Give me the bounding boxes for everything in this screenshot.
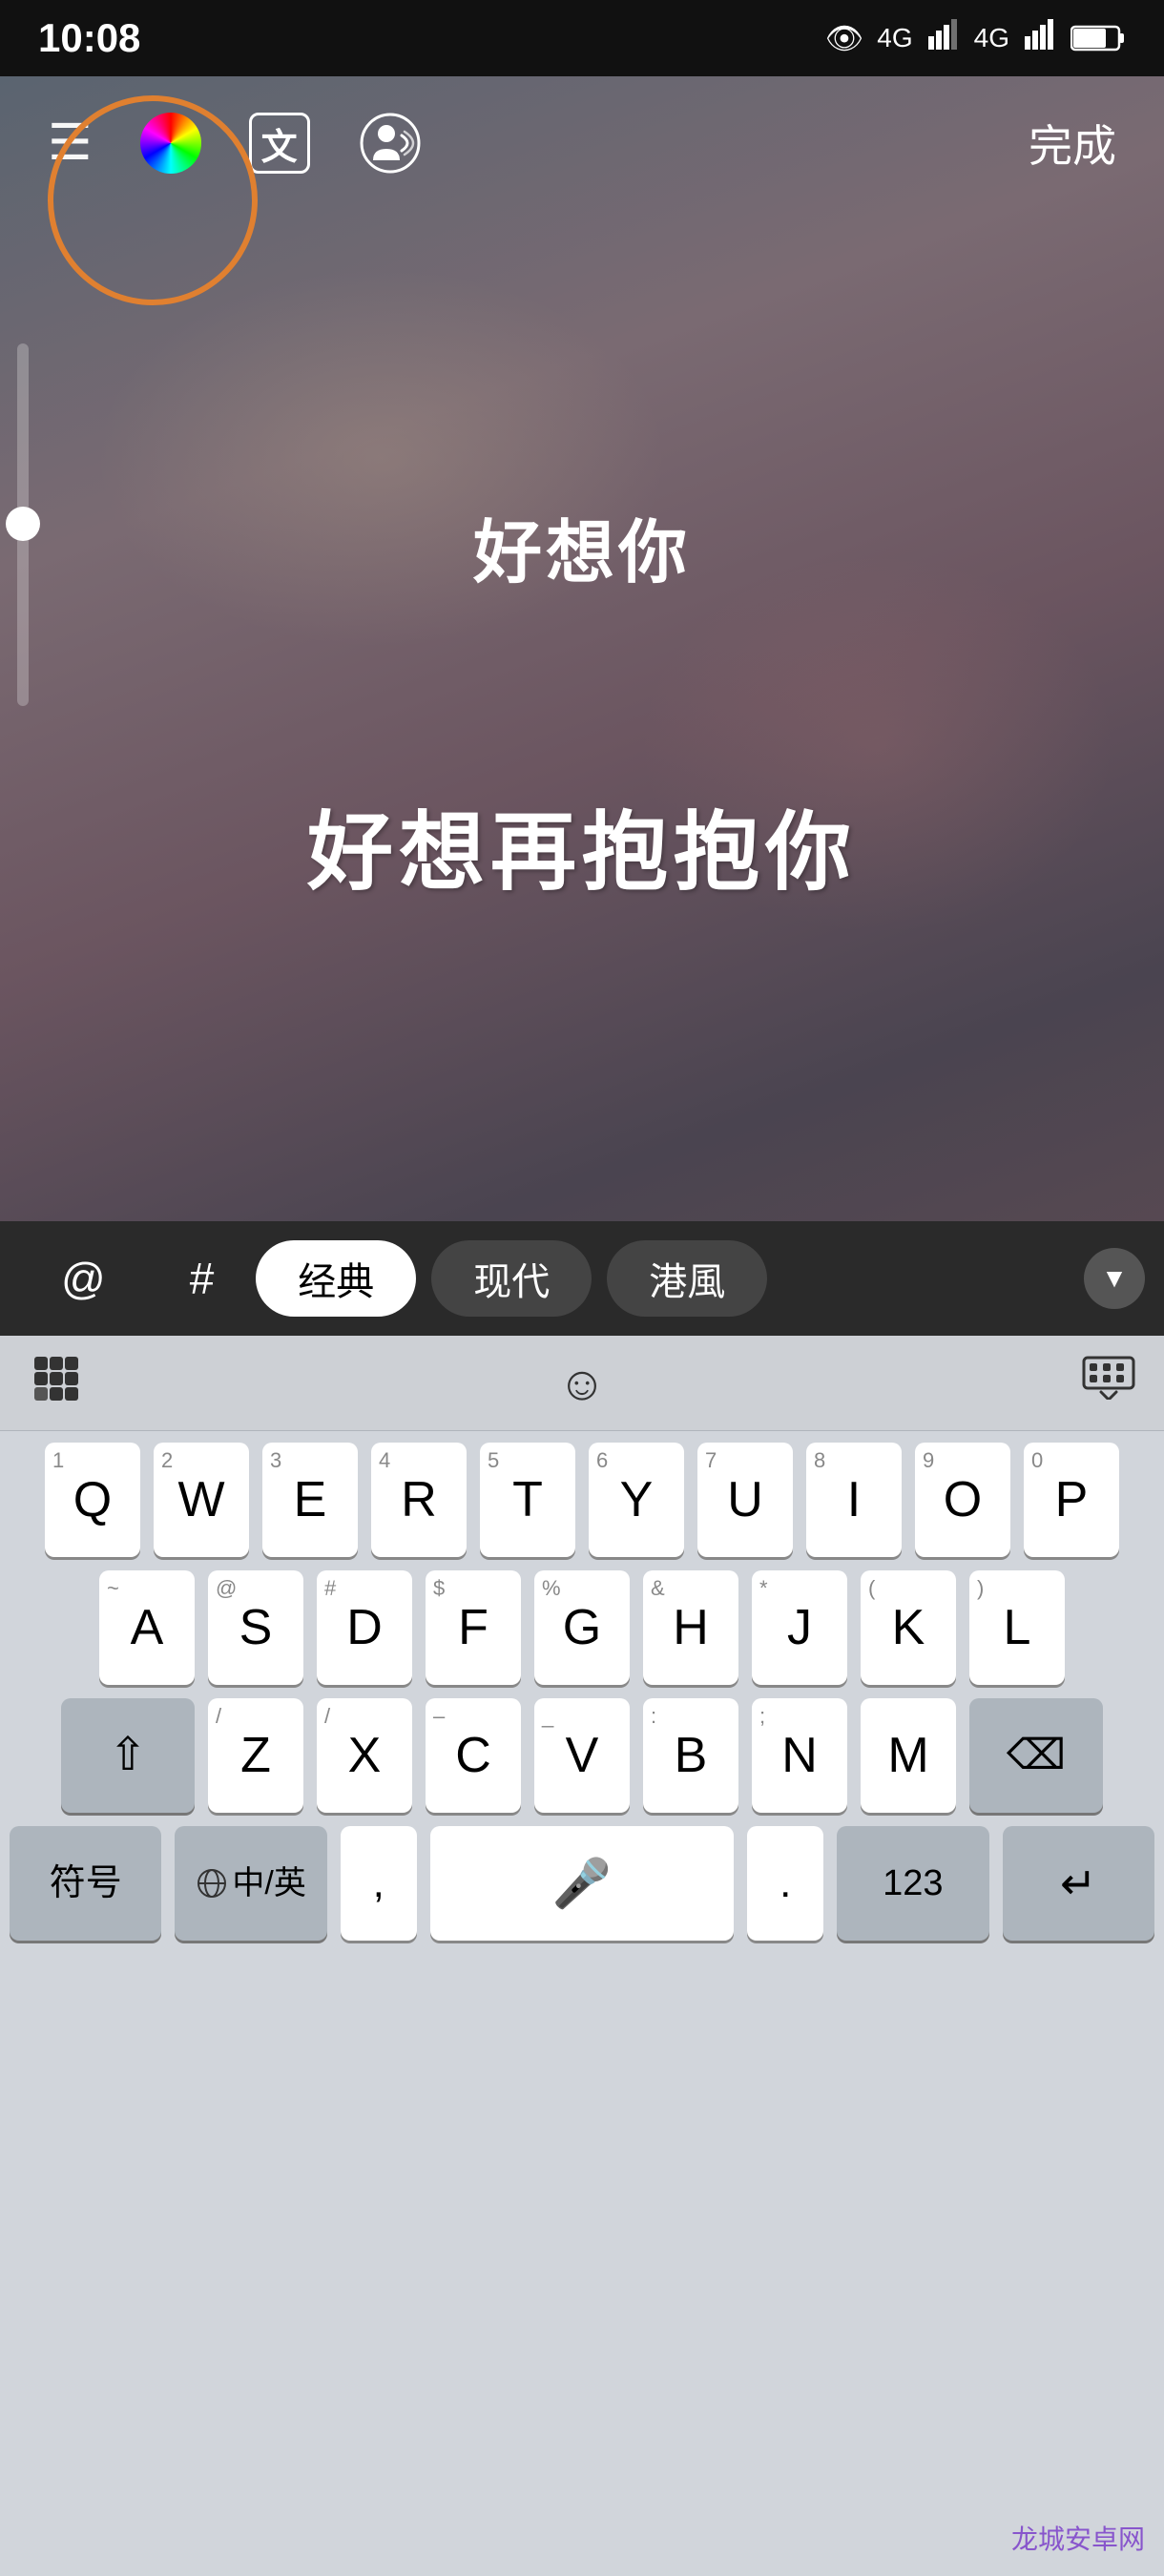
- key-b[interactable]: :B: [643, 1698, 738, 1813]
- key-row-1: 1Q 2W 3E 4R 5T 6Y 7U 8I 9O 0P: [10, 1443, 1154, 1557]
- watermark: 龙城安卓网: [1011, 2519, 1145, 2557]
- key-backspace[interactable]: ⌫: [969, 1698, 1103, 1813]
- battery-icon: [1070, 23, 1126, 53]
- keyboard-topbar: ☺: [0, 1336, 1164, 1431]
- font-tabs-area: @ # 经典 现代 港風 ▼: [0, 1221, 1164, 1336]
- key-g[interactable]: %G: [534, 1570, 630, 1685]
- keyboard-bottom: [0, 1954, 1164, 2011]
- key-w[interactable]: 2W: [154, 1443, 249, 1557]
- key-k[interactable]: (K: [861, 1570, 956, 1685]
- key-row-2: ~A @S #D $F %G &H *J (K )L: [10, 1570, 1154, 1685]
- signal-4g-1: 4G: [877, 23, 912, 53]
- toolbar-left: ☰ 文: [48, 111, 423, 176]
- tab-hongkong[interactable]: 港風: [607, 1240, 767, 1317]
- key-a[interactable]: ~A: [99, 1570, 195, 1685]
- scroll-down-button[interactable]: ▼: [1084, 1248, 1145, 1309]
- key-row-3: ⇧ /Z /X –C _V :B ;N M ⌫: [10, 1698, 1154, 1813]
- editor-area: ☰ 文 完成: [0, 76, 1164, 1298]
- key-row-4: 符号 中/英 , 🎤 . 123 ↵: [10, 1826, 1154, 1941]
- key-return[interactable]: ↵: [1003, 1826, 1154, 1941]
- key-l[interactable]: )L: [969, 1570, 1065, 1685]
- key-s[interactable]: @S: [208, 1570, 303, 1685]
- tab-classic[interactable]: 经典: [256, 1240, 416, 1317]
- color-picker[interactable]: [140, 113, 201, 174]
- key-symbols[interactable]: 符号: [10, 1826, 161, 1941]
- key-x[interactable]: /X: [317, 1698, 412, 1813]
- signal-4g-2: 4G: [974, 23, 1009, 53]
- key-m[interactable]: M: [861, 1698, 956, 1813]
- key-q[interactable]: 1Q: [45, 1443, 140, 1557]
- tab-modern[interactable]: 现代: [431, 1240, 592, 1317]
- key-rows: 1Q 2W 3E 4R 5T 6Y 7U 8I 9O 0P ~A @S #D $…: [0, 1431, 1164, 1941]
- key-period[interactable]: .: [747, 1826, 823, 1941]
- status-time: 10:08: [38, 15, 140, 61]
- signal-bars-1: [926, 17, 961, 59]
- tab-at[interactable]: @: [19, 1240, 148, 1317]
- tab-hash[interactable]: #: [148, 1240, 257, 1317]
- key-d[interactable]: #D: [317, 1570, 412, 1685]
- key-r[interactable]: 4R: [371, 1443, 467, 1557]
- key-v[interactable]: _V: [534, 1698, 630, 1813]
- main-text: 好想你: [0, 496, 1164, 596]
- key-n[interactable]: ;N: [752, 1698, 847, 1813]
- hide-keyboard-icon[interactable]: [1082, 1356, 1135, 1410]
- emoji-icon[interactable]: ☺: [557, 1356, 606, 1411]
- menu-icon[interactable]: ☰: [48, 114, 93, 172]
- key-lang-switch[interactable]: 中/英: [175, 1826, 326, 1941]
- key-u[interactable]: 7U: [697, 1443, 793, 1557]
- key-j[interactable]: *J: [752, 1570, 847, 1685]
- keyboard-area: ☺ 1Q 2W 3E 4R 5T 6Y 7U 8I 9O: [0, 1336, 1164, 2576]
- key-space-mic[interactable]: 🎤: [430, 1826, 735, 1941]
- text-style-button[interactable]: 文: [249, 113, 310, 174]
- key-z[interactable]: /Z: [208, 1698, 303, 1813]
- done-button[interactable]: 完成: [1029, 112, 1116, 175]
- key-p[interactable]: 0P: [1024, 1443, 1119, 1557]
- globe-icon[interactable]: [29, 1351, 82, 1416]
- signal-bars-2: [1023, 17, 1057, 59]
- eye-icon: 👁: [825, 20, 864, 56]
- key-o[interactable]: 9O: [915, 1443, 1010, 1557]
- key-comma[interactable]: ,: [341, 1826, 417, 1941]
- key-shift[interactable]: ⇧: [61, 1698, 195, 1813]
- key-c[interactable]: –C: [426, 1698, 521, 1813]
- key-e[interactable]: 3E: [262, 1443, 358, 1557]
- key-t[interactable]: 5T: [480, 1443, 575, 1557]
- voice-button[interactable]: [358, 111, 423, 176]
- subtitle-text: 好想再抱抱你: [0, 782, 1164, 906]
- key-h[interactable]: &H: [643, 1570, 738, 1685]
- key-y[interactable]: 6Y: [589, 1443, 684, 1557]
- status-bar: 10:08 👁 4G 4G: [0, 0, 1164, 76]
- toolbar: ☰ 文 完成: [0, 76, 1164, 210]
- status-icons: 👁 4G 4G: [825, 17, 1126, 59]
- key-f[interactable]: $F: [426, 1570, 521, 1685]
- key-123[interactable]: 123: [837, 1826, 988, 1941]
- key-i[interactable]: 8I: [806, 1443, 902, 1557]
